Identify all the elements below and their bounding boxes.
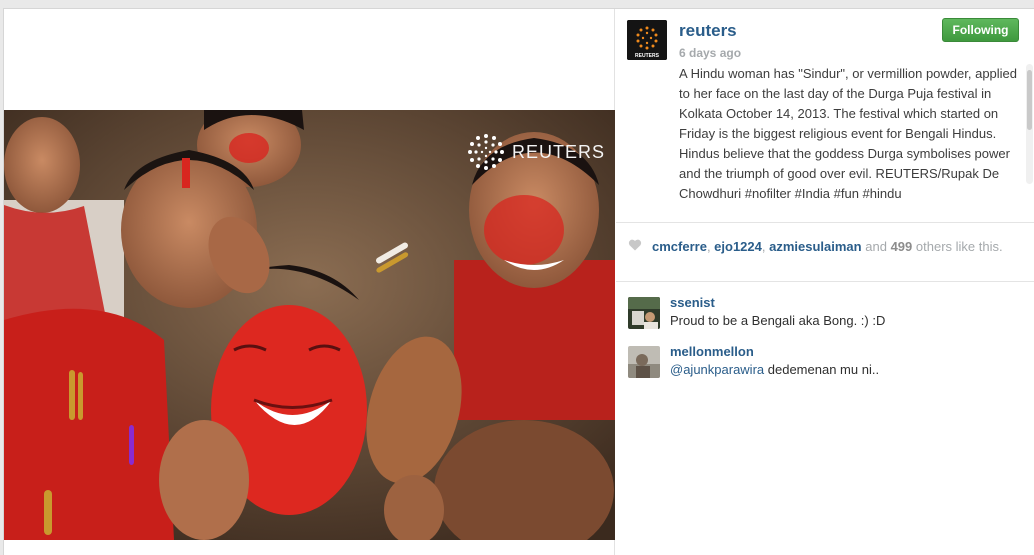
post-username[interactable]: reuters: [679, 21, 737, 41]
liker-link[interactable]: ejo1224: [714, 239, 762, 254]
avatar-brand-text: REUTERS: [635, 53, 660, 59]
post-caption: A Hindu woman has "Sindur", or vermillio…: [679, 66, 1018, 201]
comment-username[interactable]: ssenist: [670, 295, 715, 310]
photo-pane: REUTERS: [4, 9, 615, 555]
reuters-watermark: REUTERS: [466, 132, 605, 172]
liker-link[interactable]: azmiesulaiman: [769, 239, 862, 254]
comment-item: ssenist Proud to be a Bengali aka Bong. …: [628, 295, 1028, 331]
likes-and: and: [865, 239, 887, 254]
caption-block: REUTERS reuters 6 days ago Following A H…: [616, 9, 1034, 223]
avatar[interactable]: REUTERS: [627, 20, 667, 60]
post-sidebar: REUTERS reuters 6 days ago Following A H…: [616, 9, 1034, 555]
following-button[interactable]: Following: [942, 18, 1019, 42]
likes-count[interactable]: 499: [891, 239, 913, 254]
reuters-logo-icon: [467, 134, 504, 170]
likes-text: cmcferre, ejo1224, azmiesulaiman and 499…: [652, 238, 1022, 256]
post-modal: REUTERS REUTERS reuters 6 days ago Follo…: [3, 8, 1034, 555]
user-avatar-icon: [628, 297, 660, 329]
likes-section: cmcferre, ejo1224, azmiesulaiman and 499…: [616, 224, 1034, 282]
caption-scrollbar[interactable]: [1026, 64, 1033, 184]
liker-link[interactable]: cmcferre: [652, 239, 707, 254]
likes-suffix: others like this.: [915, 239, 1003, 254]
reuters-avatar-icon: REUTERS: [627, 20, 667, 60]
heart-icon[interactable]: [628, 238, 642, 252]
post-time: 6 days ago: [679, 46, 742, 60]
photo-illustration: [4, 110, 615, 540]
avatar[interactable]: [628, 346, 660, 378]
post-photo[interactable]: REUTERS: [4, 110, 615, 540]
comment-mention[interactable]: @ajunkparawira: [670, 362, 764, 377]
watermark-text: REUTERS: [511, 141, 605, 162]
comment-body: dedemenan mu ni..: [767, 362, 880, 377]
comment-text: Proud to be a Bengali aka Bong. :) :D: [670, 313, 886, 328]
comment-username[interactable]: mellonmellon: [670, 344, 754, 359]
comment-item: mellonmellon @ajunkparawira dedemenan mu…: [628, 344, 1028, 380]
caption-scrollbar-thumb[interactable]: [1027, 70, 1032, 130]
avatar[interactable]: [628, 297, 660, 329]
user-avatar-icon: [628, 346, 660, 378]
comment-text: @ajunkparawira dedemenan mu ni..: [670, 362, 879, 377]
